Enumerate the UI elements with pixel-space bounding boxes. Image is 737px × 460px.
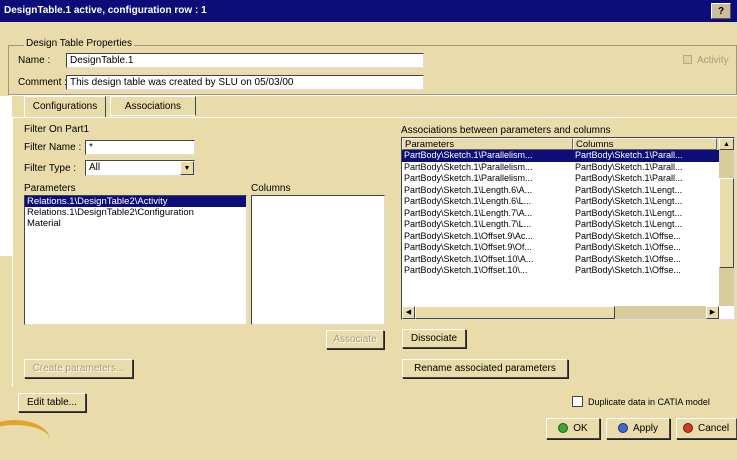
association-row[interactable]: PartBody\Sketch.1\Offset.9\Ac... PartBody…: [402, 231, 734, 243]
apply-label: Apply: [632, 423, 658, 434]
rename-parameters-button[interactable]: Rename associated parameters: [402, 359, 568, 378]
dissociate-button[interactable]: Dissociate: [402, 329, 466, 348]
association-parameter-cell: PartBody\Sketch.1\Length.7\A...: [404, 207, 533, 218]
hscroll-thumb[interactable]: [415, 306, 615, 319]
association-parameter-cell: PartBody\Sketch.1\Parallelism...: [404, 173, 533, 183]
association-column-cell: PartBody\Sketch.1\Lengt...: [575, 184, 683, 195]
decorative-arc: [0, 420, 50, 460]
association-column-cell: PartBody\Sketch.1\Offse...: [575, 242, 681, 252]
title-bar: DesignTable.1 active, configuration row …: [0, 0, 737, 22]
association-column-cell: PartBody\Sketch.1\Parall...: [575, 161, 683, 172]
parameter-item[interactable]: Relations.1\DesignTable2\Activity: [25, 196, 246, 207]
parameter-item[interactable]: Relations.1\DesignTable2\Configuration: [25, 207, 246, 218]
edit-table-button[interactable]: Edit table...: [18, 393, 86, 412]
association-parameter-cell: PartBody\Sketch.1\Length.6\L...: [404, 196, 532, 206]
association-row[interactable]: PartBody\Sketch.1\Length.7\A... PartBody\…: [402, 208, 734, 220]
tab-associations[interactable]: Associations: [110, 96, 196, 116]
grid-vscroll[interactable]: ▲: [719, 138, 734, 306]
association-row[interactable]: PartBody\Sketch.1\Parallelism... PartBody…: [402, 162, 734, 174]
association-parameter-cell: PartBody\Sketch.1\Length.6\A...: [404, 184, 533, 195]
association-parameter-cell: PartBody\Sketch.1\Offset.10\A...: [404, 253, 534, 264]
activity-label: Activity: [697, 55, 729, 66]
apply-icon: [617, 423, 628, 434]
parameters-list[interactable]: Relations.1\DesignTable2\Activity Relati…: [24, 195, 247, 325]
activity-checkbox[interactable]: [683, 55, 692, 64]
association-parameter-cell: PartBody\Sketch.1\Offset.9\Of...: [404, 242, 532, 252]
duplicate-label: Duplicate data in CATIA model: [588, 397, 710, 407]
association-row[interactable]: PartBody\Sketch.1\Length.6\L... PartBody\…: [402, 196, 734, 208]
association-row[interactable]: PartBody\Sketch.1\Length.7\L... PartBody\…: [402, 219, 734, 231]
association-row[interactable]: PartBody\Sketch.1\Length.6\A... PartBody\…: [402, 185, 734, 197]
ok-button[interactable]: OK: [546, 418, 600, 439]
filter-type-label: Filter Type :: [24, 163, 77, 174]
association-column-cell: PartBody\Sketch.1\Offse...: [575, 230, 681, 241]
filter-title: Filter On Part1: [24, 124, 90, 135]
filter-name-field[interactable]: *: [85, 140, 195, 155]
parameter-item[interactable]: Material: [25, 218, 246, 229]
comment-field[interactable]: This design table was created by SLU on …: [66, 75, 424, 90]
scroll-left-icon[interactable]: ◀: [402, 306, 415, 319]
associate-button[interactable]: Associate: [326, 330, 384, 349]
scroll-up-icon[interactable]: ▲: [719, 138, 734, 150]
tab-configurations[interactable]: Configurations: [24, 96, 106, 118]
association-column-cell: PartBody\Sketch.1\Parall...: [575, 150, 683, 160]
properties-group-title: Design Table Properties: [24, 38, 134, 49]
associations-grid[interactable]: Parameters Columns PartBody\Sketch.1\Par…: [401, 137, 735, 320]
association-parameter-cell: PartBody\Sketch.1\Offset.9\Ac...: [404, 230, 533, 241]
apply-button[interactable]: Apply: [606, 418, 670, 439]
association-row[interactable]: PartBody\Sketch.1\Parallelism... PartBody…: [402, 150, 734, 162]
header-columns[interactable]: Columns: [573, 138, 717, 150]
association-column-cell: PartBody\Sketch.1\Parall...: [575, 173, 683, 183]
associations-header: Parameters Columns: [402, 138, 734, 150]
scroll-thumb[interactable]: [719, 178, 734, 268]
ok-icon: [558, 423, 569, 434]
header-parameters[interactable]: Parameters: [402, 138, 573, 150]
association-column-cell: PartBody\Sketch.1\Lengt...: [575, 219, 683, 229]
window-title: DesignTable.1 active, configuration row …: [4, 5, 207, 16]
association-column-cell: PartBody\Sketch.1\Lengt...: [575, 196, 683, 206]
association-column-cell: PartBody\Sketch.1\Offse...: [575, 253, 681, 264]
help-button[interactable]: ?: [711, 3, 731, 19]
grid-hscroll[interactable]: ◀ ▶: [402, 306, 719, 319]
association-row[interactable]: PartBody\Sketch.1\Offset.10\... PartBody\…: [402, 265, 734, 277]
parameters-label: Parameters: [24, 183, 76, 194]
association-column-cell: PartBody\Sketch.1\Lengt...: [575, 207, 683, 218]
association-row[interactable]: PartBody\Sketch.1\Parallelism... PartBody…: [402, 173, 734, 185]
filter-type-value: All: [89, 162, 101, 173]
cancel-button[interactable]: Cancel: [676, 418, 737, 439]
association-parameter-cell: PartBody\Sketch.1\Parallelism...: [404, 150, 533, 160]
ok-label: OK: [573, 423, 588, 434]
left-strip: [0, 96, 12, 256]
association-row[interactable]: PartBody\Sketch.1\Offset.9\Of... PartBody…: [402, 242, 734, 254]
name-field[interactable]: DesignTable.1: [66, 53, 424, 68]
association-parameter-cell: PartBody\Sketch.1\Length.7\L...: [404, 219, 532, 229]
association-row[interactable]: PartBody\Sketch.1\Offset.10\A... PartBody…: [402, 254, 734, 266]
association-parameter-cell: PartBody\Sketch.1\Parallelism...: [404, 161, 533, 172]
columns-list[interactable]: [251, 195, 385, 325]
scroll-right-icon[interactable]: ▶: [706, 306, 719, 319]
association-column-cell: PartBody\Sketch.1\Offse...: [575, 265, 681, 275]
associations-rows: PartBody\Sketch.1\Parallelism... PartBody…: [402, 150, 734, 277]
chevron-down-icon[interactable]: ▼: [180, 161, 194, 175]
filter-type-select[interactable]: All: [85, 160, 195, 176]
cancel-label: Cancel: [698, 423, 730, 434]
name-label: Name :: [18, 55, 51, 66]
filter-name-label: Filter Name :: [24, 142, 82, 153]
duplicate-checkbox[interactable]: [572, 396, 583, 407]
associations-label: Associations between parameters and colu…: [401, 125, 611, 136]
cancel-icon: [683, 423, 693, 434]
create-parameters-button[interactable]: Create parameters...: [24, 359, 133, 378]
comment-label: Comment :: [18, 77, 67, 88]
association-parameter-cell: PartBody\Sketch.1\Offset.10\...: [404, 265, 528, 275]
columns-label: Columns: [251, 183, 291, 194]
